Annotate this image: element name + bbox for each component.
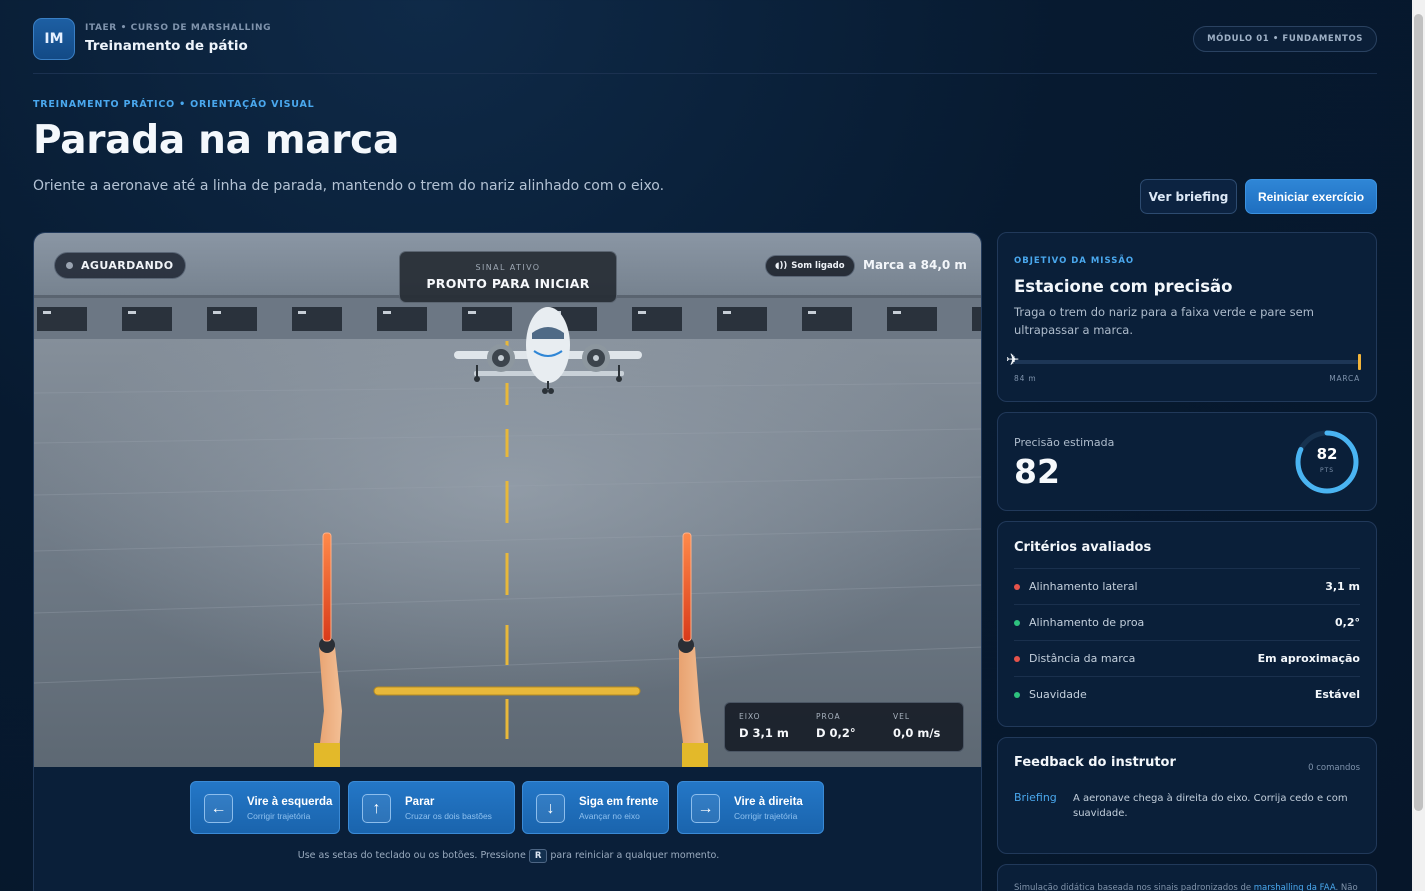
page: IM ITAER • CURSO DE MARSHALLING Treiname…	[33, 0, 1377, 891]
page-scrollbar[interactable]	[1414, 14, 1423, 811]
active-signal-value: PRONTO PARA INICIAR	[426, 276, 590, 291]
feedback-text: A aeronave chega à direita do eixo. Corr…	[1073, 793, 1348, 819]
instructor-feedback-card: Feedback do instrutor 0 comandos Briefin…	[997, 737, 1377, 854]
criteria-status-dot	[1014, 619, 1020, 626]
precision-label: Precisão estimada	[1014, 436, 1115, 449]
sound-toggle[interactable]: ◖)) Som ligado	[765, 255, 855, 277]
status-dot	[66, 262, 73, 269]
module-badge: MÓDULO 01 • FUNDAMENTOS	[1193, 26, 1377, 52]
arrow-left-icon: ←	[204, 794, 233, 823]
turn-left-button[interactable]: ← Vire à esquerda Corrigir trajetória	[190, 781, 340, 834]
footnote: Simulação didática baseada nos sinais pa…	[1014, 883, 1358, 891]
objective-eyebrow: OBJETIVO DA MISSÃO	[1014, 256, 1135, 266]
criteria-status-dot	[1014, 691, 1020, 698]
mark-distance: Marca a 84,0 m	[863, 258, 967, 272]
approach-progress-track	[1014, 360, 1360, 364]
go-straight-button[interactable]: ↓ Siga em frente Avançar no eixo	[522, 781, 669, 834]
turn-right-button[interactable]: → Vire à direita Corrigir trajetória	[677, 781, 824, 834]
page-subtitle: Oriente a aeronave até a linha de parada…	[33, 178, 665, 194]
criteria-row: Distância da marca Em aproximação	[1014, 640, 1360, 676]
arrow-right-icon: →	[691, 794, 720, 823]
status-badge: AGUARDANDO	[54, 252, 187, 279]
stop-bar	[373, 686, 641, 696]
signal-controls: ← Vire à esquerda Corrigir trajetória ↑ …	[190, 781, 830, 834]
footnote-card: Simulação didática baseada nos sinais pa…	[997, 864, 1377, 891]
track-start-label: 84 m	[1014, 374, 1037, 383]
criteria-status-dot	[1014, 655, 1020, 662]
telemetry-axis: EIXO D 3,1 m	[739, 712, 789, 740]
criteria-row: Alinhamento lateral 3,1 m	[1014, 568, 1360, 604]
objective-description: Traga o trem do nariz para a faixa verde…	[1014, 305, 1314, 337]
telemetry-heading: PROA D 0,2°	[816, 712, 856, 740]
restart-exercise-button[interactable]: Reiniciar exercício	[1245, 179, 1377, 214]
app-header: IM ITAER • CURSO DE MARSHALLING Treiname…	[33, 17, 1377, 74]
precision-ring-unit: PTS	[1319, 467, 1335, 474]
keyboard-hint: Use as setas do teclado ou os botões. Pr…	[297, 849, 720, 863]
feedback-count: 0 comandos	[1308, 763, 1360, 773]
hero-eyebrow: TREINAMENTO PRÁTICO • ORIENTAÇÃO VISUAL	[33, 99, 315, 110]
brand-title: Treinamento de pátio	[85, 38, 248, 54]
precision-ring-value: 82	[1316, 445, 1338, 463]
apron-scene[interactable]: AGUARDANDO SINAL ATIVO PRONTO PARA INICI…	[34, 233, 981, 767]
precision-card: Precisão estimada 82 82 PTS	[997, 412, 1377, 511]
track-end-label: MARCA	[1329, 374, 1360, 383]
airplane-icon: ✈	[1006, 350, 1020, 369]
telemetry-panel: EIXO D 3,1 m PROA D 0,2° VEL 0,0 m/s	[724, 702, 964, 752]
page-title: Parada na marca	[33, 118, 400, 163]
criteria-row: Alinhamento de proa 0,2°	[1014, 604, 1360, 640]
criteria-status-dot	[1014, 583, 1020, 590]
criteria-title: Critérios avaliados	[1014, 540, 1152, 555]
precision-value: 82	[1014, 452, 1060, 491]
simulator-panel: AGUARDANDO SINAL ATIVO PRONTO PARA INICI…	[33, 232, 982, 891]
faa-link[interactable]: marshalling da FAA	[1254, 883, 1336, 891]
view-briefing-button[interactable]: Ver briefing	[1140, 179, 1237, 214]
arrow-down-icon: ↓	[536, 794, 565, 823]
arrow-up-icon: ↑	[362, 794, 391, 823]
brand-subtitle: ITAER • CURSO DE MARSHALLING	[85, 23, 272, 33]
feedback-tag: Briefing	[1014, 791, 1057, 804]
active-signal-label: SINAL ATIVO	[475, 263, 541, 272]
active-signal-box: SINAL ATIVO PRONTO PARA INICIAR	[399, 251, 617, 303]
apron-illustration	[34, 233, 981, 767]
app-logo: IM	[33, 18, 75, 60]
objective-title: Estacione com precisão	[1014, 277, 1233, 296]
telemetry-speed: VEL 0,0 m/s	[893, 712, 941, 740]
feedback-title: Feedback do instrutor	[1014, 755, 1176, 770]
mission-objective-card: OBJETIVO DA MISSÃO Estacione com precisã…	[997, 232, 1377, 402]
sound-label: Som ligado	[791, 261, 845, 271]
stop-mark-indicator	[1358, 354, 1361, 370]
stop-button[interactable]: ↑ Parar Cruzar os dois bastões	[348, 781, 515, 834]
status-label: AGUARDANDO	[81, 259, 174, 272]
criteria-row: Suavidade Estável	[1014, 676, 1360, 712]
restart-key: R	[528, 849, 548, 863]
criteria-card: Critérios avaliados Alinhamento lateral …	[997, 521, 1377, 727]
speaker-icon: ◖))	[775, 261, 788, 271]
